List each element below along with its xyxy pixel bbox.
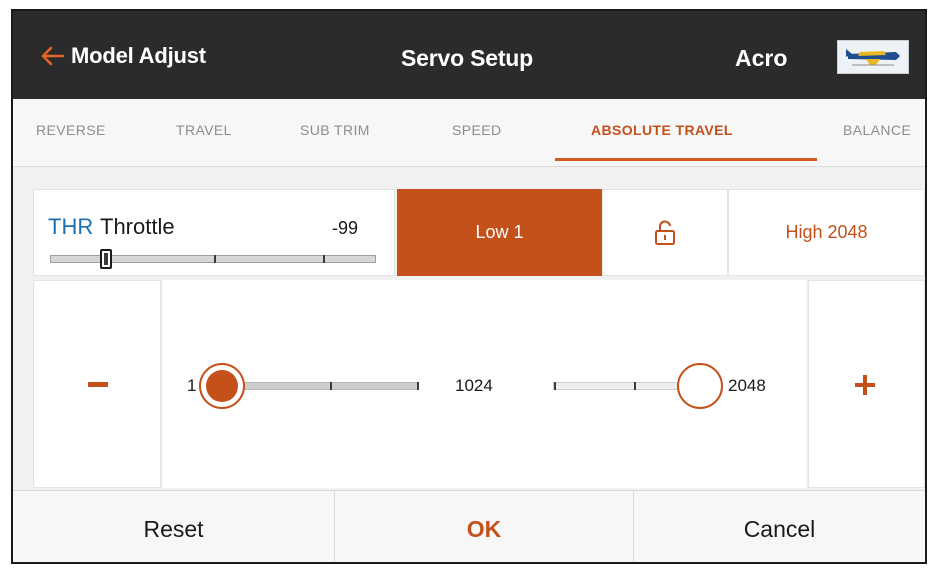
back-label: Model Adjust	[71, 43, 206, 68]
slider-min-label: 1	[187, 376, 197, 395]
ok-button[interactable]: OK	[335, 491, 634, 562]
slider-tick	[330, 382, 332, 390]
slider-tick	[554, 382, 556, 390]
airplane-thumbnail-icon[interactable]	[837, 40, 909, 74]
channel-info: THR Throttle -99	[33, 189, 395, 276]
channel-value: -99	[332, 218, 359, 238]
channel-code: THR	[48, 214, 94, 239]
travel-slider[interactable]: 1 1024 2048	[163, 280, 806, 488]
slider-track-low[interactable]	[223, 382, 419, 390]
low-button[interactable]: Low 1	[397, 189, 602, 276]
slider-track-high[interactable]	[553, 382, 683, 390]
reset-button[interactable]: Reset	[13, 491, 335, 562]
active-tab-indicator	[555, 158, 817, 161]
increase-button[interactable]	[808, 280, 925, 488]
decrease-button[interactable]	[33, 280, 161, 488]
channel-position-bar	[50, 249, 376, 269]
slider-mid-label: 1024	[455, 376, 493, 395]
channel-position-marker	[100, 249, 112, 269]
mini-bar-tick	[323, 255, 325, 263]
unlock-icon	[655, 219, 675, 245]
tab-balance[interactable]: BALANCE	[843, 122, 911, 138]
plus-icon-vertical	[863, 375, 867, 395]
slider-max-label: 2048	[728, 376, 766, 395]
mini-bar-tick	[214, 255, 216, 263]
model-name: Acro	[735, 45, 788, 71]
high-handle[interactable]	[677, 363, 723, 409]
screen-frame: Model Adjust Servo Setup Acro REVERSE TR…	[11, 9, 927, 564]
slider-tick	[417, 382, 419, 390]
minus-icon	[88, 382, 108, 387]
tab-speed[interactable]: SPEED	[452, 122, 501, 138]
back-button[interactable]: Model Adjust	[39, 43, 206, 69]
cancel-button[interactable]: Cancel	[634, 491, 925, 562]
page-title: Servo Setup	[401, 45, 534, 71]
channel-name: Throttle	[100, 214, 175, 239]
back-arrow-icon	[41, 46, 65, 66]
footer-bar: Reset OK Cancel	[13, 490, 925, 562]
low-handle[interactable]	[199, 363, 245, 409]
lock-toggle[interactable]	[602, 189, 728, 276]
tab-travel[interactable]: TRAVEL	[176, 122, 232, 138]
tab-sub-trim[interactable]: SUB TRIM	[300, 122, 370, 138]
high-button[interactable]: High 2048	[728, 189, 925, 276]
slider-tick	[634, 382, 636, 390]
tab-absolute-travel[interactable]: ABSOLUTE TRAVEL	[591, 122, 733, 138]
tab-reverse[interactable]: REVERSE	[36, 122, 106, 138]
header-bar: Model Adjust Servo Setup Acro	[13, 11, 925, 99]
tab-bar: REVERSE TRAVEL SUB TRIM SPEED ABSOLUTE T…	[13, 99, 925, 167]
